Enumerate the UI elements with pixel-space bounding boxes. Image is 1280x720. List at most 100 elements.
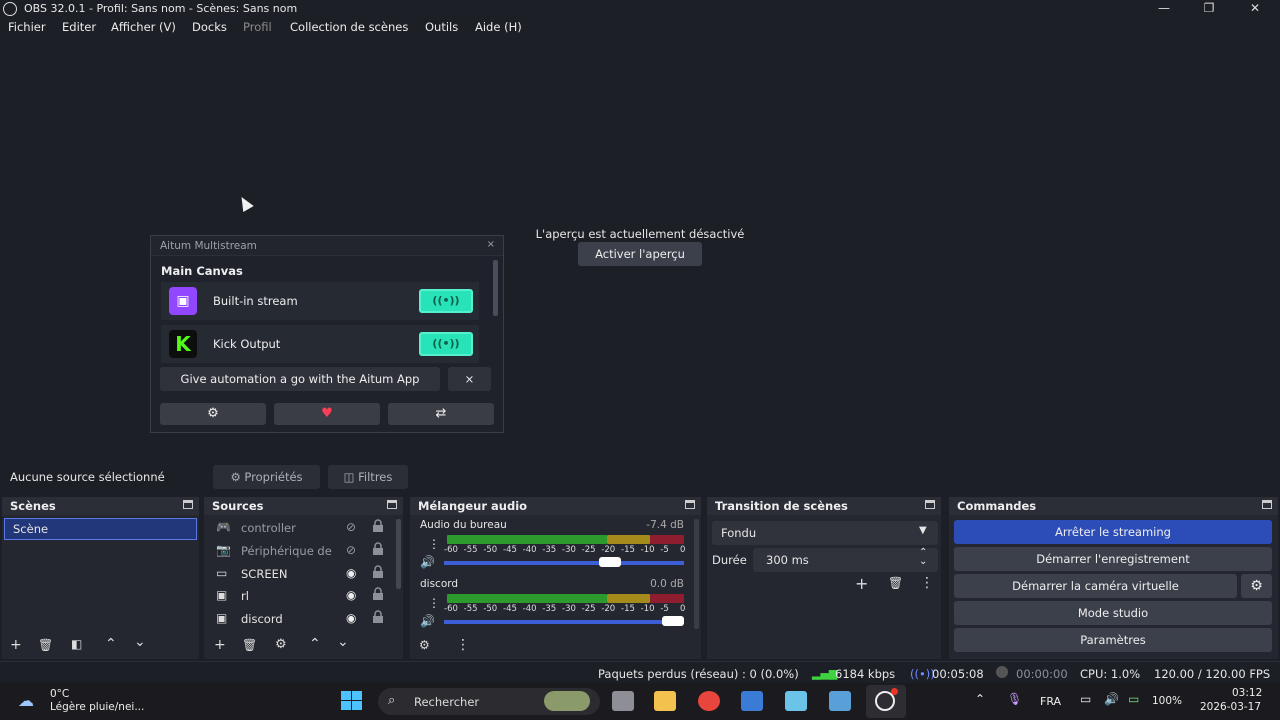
lock-icon[interactable] bbox=[372, 542, 384, 556]
close-button[interactable]: ✕ bbox=[1235, 0, 1275, 18]
menu-editer[interactable]: Editer bbox=[62, 20, 96, 34]
aitum-settings-button[interactable]: ⚙ bbox=[160, 403, 266, 425]
file-explorer-icon[interactable] bbox=[654, 691, 676, 711]
popout-icon[interactable] bbox=[183, 500, 193, 509]
delete-transition-icon[interactable]: 🗑 bbox=[888, 576, 903, 590]
popout-icon[interactable] bbox=[387, 500, 397, 509]
menu-docks[interactable]: Docks bbox=[192, 20, 227, 34]
menu-profil[interactable]: Profil bbox=[243, 20, 272, 34]
scene-item[interactable]: Scène bbox=[4, 518, 197, 540]
source-settings-icon[interactable]: ⚙ bbox=[275, 637, 287, 652]
volume-slider-handle[interactable] bbox=[599, 557, 621, 567]
spin-down-icon[interactable]: ⌄ bbox=[919, 556, 927, 567]
minimize-button[interactable]: — bbox=[1144, 0, 1184, 18]
channel-menu-icon[interactable]: ⋮ bbox=[428, 596, 440, 610]
scene-filter-icon[interactable]: ◧ bbox=[71, 637, 82, 651]
input-language[interactable]: FRA bbox=[1040, 695, 1061, 708]
transition-select[interactable]: Fondu ▼ bbox=[712, 521, 938, 545]
db-scale-tick: -25 bbox=[581, 545, 596, 555]
stop-streaming-button[interactable]: Arrêter le streaming bbox=[954, 520, 1272, 544]
photos-icon[interactable] bbox=[785, 691, 807, 711]
menu-aide[interactable]: Aide (H) bbox=[475, 20, 522, 34]
aitum-close-button[interactable]: × bbox=[487, 239, 495, 250]
menu-collection[interactable]: Collection de scènes bbox=[290, 20, 408, 34]
lock-icon[interactable] bbox=[372, 610, 384, 624]
advanced-audio-icon[interactable]: ⚙ bbox=[419, 638, 430, 652]
aitum-scrollbar[interactable] bbox=[493, 260, 498, 316]
clock-date[interactable]: 2026-03-17 bbox=[1200, 701, 1261, 713]
menu-outils[interactable]: Outils bbox=[425, 20, 458, 34]
lock-icon[interactable] bbox=[372, 587, 384, 601]
filters-button[interactable]: ◫ Filtres bbox=[328, 465, 408, 489]
delete-source-icon[interactable]: 🗑 bbox=[242, 638, 257, 652]
properties-button[interactable]: ⚙ Propriétés bbox=[213, 465, 320, 489]
menu-afficher[interactable]: Afficher (V) bbox=[111, 20, 176, 34]
menu-fichier[interactable]: Fichier bbox=[8, 20, 46, 34]
source-row[interactable]: 🎮 controller ⊘ bbox=[212, 517, 392, 539]
start-recording-button[interactable]: Démarrer l'enregistrement bbox=[954, 547, 1272, 571]
enable-preview-button[interactable]: Activer l'aperçu bbox=[578, 242, 702, 266]
source-row[interactable]: ▭ SCREEN ◉ bbox=[212, 563, 392, 585]
network-icon[interactable]: ▭ bbox=[1080, 692, 1091, 706]
sources-title: Sources bbox=[212, 499, 264, 513]
clock-time[interactable]: 03:12 bbox=[1232, 687, 1262, 699]
move-up-icon[interactable]: ⌃ bbox=[309, 636, 321, 652]
battery-icon[interactable]: ▭ bbox=[1128, 692, 1139, 706]
eye-icon[interactable]: ◉ bbox=[346, 588, 356, 602]
promo-close-button[interactable]: × bbox=[448, 367, 491, 391]
obs-taskbar-button[interactable] bbox=[866, 685, 906, 718]
task-view-icon[interactable] bbox=[612, 691, 634, 711]
aitum-promo-button[interactable]: Give automation a go with the Aitum App bbox=[160, 367, 440, 391]
taskbar-search[interactable]: ⌕ Rechercher bbox=[378, 688, 600, 715]
eye-icon[interactable]: ◉ bbox=[346, 566, 356, 580]
chrome-icon[interactable] bbox=[698, 691, 720, 711]
source-row[interactable]: ▣ discord ◉ bbox=[212, 608, 392, 630]
add-source-icon[interactable]: + bbox=[214, 637, 226, 653]
move-up-icon[interactable]: ⌃ bbox=[105, 636, 117, 652]
window-icon: ▣ bbox=[216, 611, 228, 625]
move-down-icon[interactable]: ⌄ bbox=[134, 634, 146, 650]
move-down-icon[interactable]: ⌄ bbox=[337, 634, 349, 650]
output-toggle-builtin[interactable]: ((•)) bbox=[419, 289, 473, 313]
volume-slider-handle[interactable] bbox=[662, 616, 684, 626]
volume-slider-track[interactable] bbox=[444, 620, 684, 624]
aitum-donate-button[interactable]: ♥ bbox=[274, 403, 380, 425]
aitum-link-button[interactable]: ⇄ bbox=[388, 403, 494, 425]
speaker-icon[interactable]: 🔊 bbox=[420, 614, 435, 628]
app-icon[interactable] bbox=[829, 691, 851, 711]
menu-bar: Fichier Editer Afficher (V) Docks Profil… bbox=[0, 18, 1280, 36]
virtual-camera-settings-button[interactable]: ⚙ bbox=[1241, 574, 1272, 598]
volume-icon[interactable]: 🔊 bbox=[1104, 692, 1119, 706]
volume-slider-track[interactable] bbox=[444, 561, 684, 565]
speaker-icon[interactable]: 🔊 bbox=[420, 555, 435, 569]
sources-scrollbar[interactable] bbox=[396, 519, 401, 589]
studio-mode-button[interactable]: Mode studio bbox=[954, 601, 1272, 625]
transition-menu-icon[interactable]: ⋮ bbox=[920, 575, 934, 591]
microphone-icon[interactable]: 🎙 bbox=[1007, 692, 1022, 706]
source-row[interactable]: ▣ rl ◉ bbox=[212, 585, 392, 607]
virtual-camera-button[interactable]: Démarrer la caméra virtuelle bbox=[954, 574, 1237, 598]
duration-spinbox[interactable]: 300 ms ⌃ ⌄ bbox=[753, 547, 938, 572]
delete-scene-icon[interactable]: 🗑 bbox=[38, 638, 53, 652]
source-row[interactable]: 📷 Périphérique de ⊘ bbox=[212, 540, 392, 562]
eye-hidden-icon[interactable]: ⊘ bbox=[346, 543, 356, 557]
maximize-button[interactable]: ❐ bbox=[1189, 0, 1229, 18]
eye-icon[interactable]: ◉ bbox=[346, 611, 356, 625]
camera-icon: 📷 bbox=[216, 543, 231, 557]
chevron-up-icon[interactable]: ⌃ bbox=[975, 692, 985, 706]
add-scene-icon[interactable]: + bbox=[10, 637, 22, 653]
lock-icon[interactable] bbox=[372, 519, 384, 533]
mixer-scrollbar[interactable] bbox=[694, 519, 699, 629]
store-icon[interactable] bbox=[741, 691, 763, 711]
settings-button[interactable]: Paramètres bbox=[954, 628, 1272, 652]
popout-icon[interactable] bbox=[1262, 500, 1272, 509]
windows-start-icon[interactable] bbox=[341, 691, 363, 711]
popout-icon[interactable] bbox=[925, 500, 935, 509]
eye-hidden-icon[interactable]: ⊘ bbox=[346, 520, 356, 534]
lock-icon[interactable] bbox=[372, 565, 384, 579]
output-toggle-kick[interactable]: ((•)) bbox=[419, 332, 473, 356]
channel-menu-icon[interactable]: ⋮ bbox=[428, 537, 440, 551]
mixer-menu-icon[interactable]: ⋮ bbox=[456, 637, 470, 653]
add-transition-icon[interactable]: + bbox=[855, 574, 868, 593]
popout-icon[interactable] bbox=[685, 500, 695, 509]
